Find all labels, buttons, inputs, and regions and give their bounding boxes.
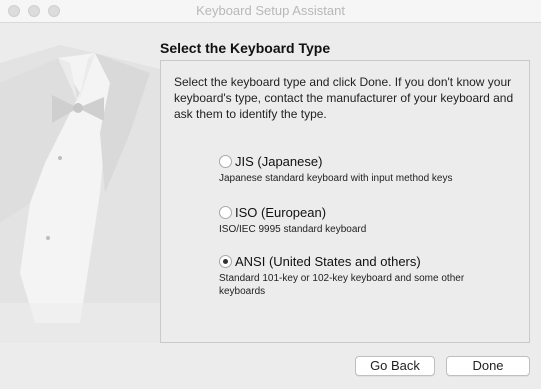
option-iso-description: ISO/IEC 9995 standard keyboard <box>219 224 367 235</box>
page-title: Select the Keyboard Type <box>160 40 331 56</box>
title-bar[interactable]: Keyboard Setup Assistant <box>0 0 541 23</box>
option-iso-label[interactable]: ISO (European) <box>235 205 326 220</box>
radio-ansi[interactable] <box>219 255 232 268</box>
radio-jis[interactable] <box>219 155 232 168</box>
window-title: Keyboard Setup Assistant <box>196 3 345 18</box>
done-button[interactable]: Done <box>446 356 530 376</box>
option-ansi-description: Standard 101-key or 102-key keyboard and… <box>219 273 465 297</box>
keyboard-setup-window: Keyboard Setup Assistant Select the Keyb… <box>0 0 541 389</box>
option-jis-description: Japanese standard keyboard with input me… <box>219 173 453 184</box>
option-ansi-label[interactable]: ANSI (United States and others) <box>235 254 421 269</box>
radio-iso[interactable] <box>219 206 232 219</box>
option-jis-label[interactable]: JIS (Japanese) <box>235 154 322 169</box>
go-back-button[interactable]: Go Back <box>355 356 435 376</box>
butler-tuxedo-illustration <box>0 45 168 343</box>
instructions-text: Select the keyboard type and click Done.… <box>174 75 514 121</box>
